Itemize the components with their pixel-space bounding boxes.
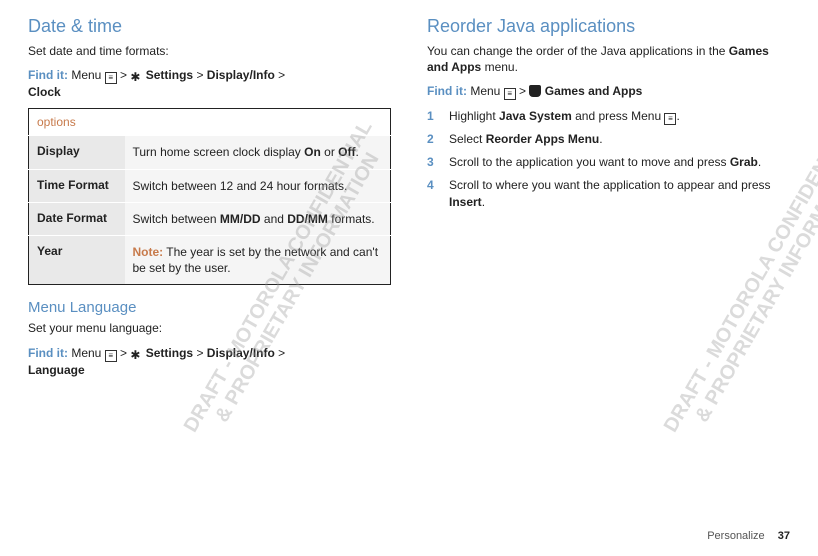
reorder-steps: 1 Highlight Java System and press Menu .… [427,108,790,210]
menu-icon [105,72,117,84]
text: . [599,132,602,146]
heading-menu-language: Menu Language [28,299,391,316]
reorder-intro: You can change the order of the Java app… [427,43,790,75]
heading-reorder-java: Reorder Java applications [427,16,790,37]
table-row: Date Format Switch between MM/DD and DD/… [29,202,391,235]
findit-menu-word: Menu [71,346,101,360]
step-number: 3 [427,154,434,171]
bold: Grab [730,155,758,169]
joystick-icon [529,85,541,97]
findit-displayinfo: Display/Info [207,346,275,360]
opt-name-display: Display [29,136,125,169]
table-row: Display Turn home screen clock display O… [29,136,391,169]
options-table: options Display Turn home screen clock d… [28,108,391,285]
reorder-findit: Find it: Menu > Games and Apps [427,83,790,100]
menulang-findit: Find it: Menu > Settings > Display/Info … [28,345,391,378]
findit-menu-word: Menu [71,68,101,82]
step-number: 4 [427,177,434,194]
right-column: Reorder Java applications You can change… [427,16,790,386]
gear-icon [130,69,142,81]
text: The year is set by the network and can't… [133,245,379,275]
opt-name-dateformat: Date Format [29,202,125,235]
gt3: > [278,68,285,82]
findit-label: Find it: [28,346,68,360]
menu-icon [504,88,516,100]
findit-settings: Settings [146,346,193,360]
bold: Insert [449,195,482,209]
text: . [758,155,761,169]
opt-name-timeformat: Time Format [29,169,125,202]
text: Highlight [449,109,499,123]
findit-settings: Settings [146,68,193,82]
page-columns: Date & time Set date and time formats: F… [0,0,818,386]
text: menu. [481,60,518,74]
gt3: > [278,346,285,360]
left-column: Date & time Set date and time formats: F… [28,16,391,386]
findit-language: Language [28,363,85,377]
text: . [482,195,485,209]
findit-label: Find it: [427,84,467,98]
heading-date-time: Date & time [28,16,391,37]
opt-desc-year: Note: The year is set by the network and… [125,235,391,284]
text: formats. [328,212,375,226]
gear-icon [130,347,142,359]
menulang-intro: Set your menu language: [28,320,391,336]
gt2: > [196,68,203,82]
note-label: Note: [133,245,164,259]
text: Switch between [133,212,220,226]
findit-clock: Clock [28,85,61,99]
footer-page-number: 37 [778,530,790,542]
opt-desc-dateformat: Switch between MM/DD and DD/MM formats. [125,202,391,235]
text: Select [449,132,486,146]
opt-desc-timeformat: Switch between 12 and 24 hour formats. [125,169,391,202]
table-row: Year Note: The year is set by the networ… [29,235,391,284]
gt2: > [196,346,203,360]
gt1: > [120,346,127,360]
bold: Reorder Apps Menu [486,132,600,146]
bold: DD/MM [287,212,328,226]
list-item: 3 Scroll to the application you want to … [427,154,790,171]
menu-icon [105,350,117,362]
text: . [676,109,679,123]
findit-games-apps: Games and Apps [545,84,643,98]
text: Scroll to the application you want to mo… [449,155,730,169]
opt-desc-display: Turn home screen clock display On or Off… [125,136,391,169]
gt1: > [120,68,127,82]
text: . [355,145,358,159]
list-item: 4 Scroll to where you want the applicati… [427,177,790,211]
text: and press Menu [572,109,665,123]
menu-icon [664,113,676,125]
gt1: > [519,84,526,98]
bold: MM/DD [220,212,261,226]
list-item: 2 Select Reorder Apps Menu. [427,131,790,148]
bold: Java System [499,109,572,123]
step-number: 2 [427,131,434,148]
text: You can change the order of the Java app… [427,44,729,58]
text: and [261,212,288,226]
text: Turn home screen clock display [133,145,305,159]
text: or [321,145,338,159]
datetime-findit: Find it: Menu > Settings > Display/Info … [28,67,391,100]
findit-label: Find it: [28,68,68,82]
table-row: Time Format Switch between 12 and 24 hou… [29,169,391,202]
bold: Off [338,145,355,159]
datetime-intro: Set date and time formats: [28,43,391,59]
findit-displayinfo: Display/Info [207,68,275,82]
text: Scroll to where you want the application… [449,178,771,192]
bold: On [304,145,321,159]
footer-section: Personalize [707,530,764,542]
page-footer: Personalize 37 [707,530,790,542]
options-header: options [29,109,391,136]
list-item: 1 Highlight Java System and press Menu . [427,108,790,125]
step-number: 1 [427,108,434,125]
opt-name-year: Year [29,235,125,284]
findit-menu-word: Menu [470,84,500,98]
